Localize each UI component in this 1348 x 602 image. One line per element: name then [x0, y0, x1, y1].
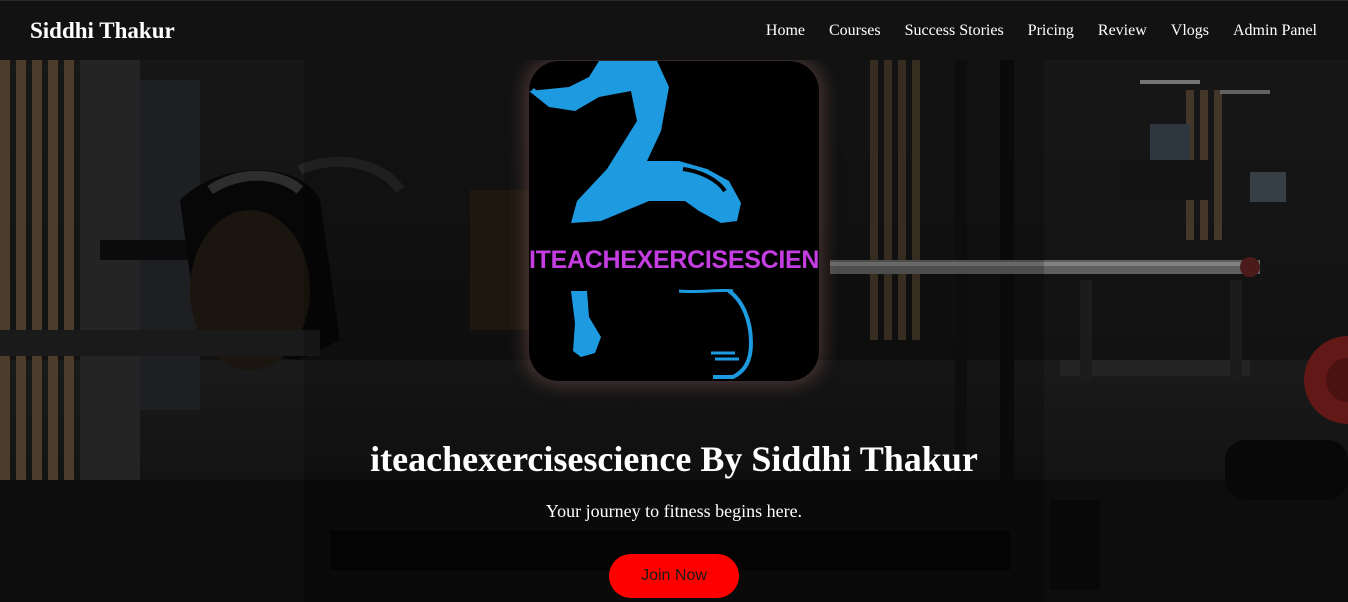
- hero-subtitle: Your journey to fitness begins here.: [545, 501, 803, 521]
- nav-link-admin-panel[interactable]: Admin Panel: [1233, 22, 1317, 39]
- nav-link-home[interactable]: Home: [766, 22, 805, 39]
- nav-link-vlogs[interactable]: Vlogs: [1171, 22, 1209, 39]
- nav-item-home: Home: [766, 21, 805, 41]
- nav-item-pricing: Pricing: [1028, 21, 1074, 41]
- nav-link-courses[interactable]: Courses: [829, 22, 881, 39]
- logo-text: ITEACHEXERCISESCIENCE: [529, 246, 819, 274]
- nav-menu: Home Courses Success Stories Pricing Rev…: [766, 21, 1317, 41]
- brand-name[interactable]: Siddhi Thakur: [30, 17, 175, 45]
- nav-link-success-stories[interactable]: Success Stories: [905, 22, 1004, 39]
- nav-item-vlogs: Vlogs: [1171, 21, 1209, 41]
- nav-link-review[interactable]: Review: [1098, 22, 1147, 39]
- nav-item-admin-panel: Admin Panel: [1233, 21, 1317, 41]
- brand-logo: ITEACHEXERCISESCIENCE: [529, 61, 819, 381]
- navbar: Siddhi Thakur Home Courses Success Stori…: [0, 0, 1348, 60]
- hero-section: ITEACHEXERCISESCIENCE iteachexercisescie…: [0, 60, 1348, 602]
- nav-link-pricing[interactable]: Pricing: [1028, 22, 1074, 39]
- page: Siddhi Thakur Home Courses Success Stori…: [0, 0, 1348, 602]
- join-now-button[interactable]: Join Now: [609, 554, 739, 598]
- nav-item-courses: Courses: [829, 21, 881, 41]
- logo-figure-icon: [529, 61, 754, 379]
- nav-item-review: Review: [1098, 21, 1147, 41]
- nav-item-success-stories: Success Stories: [905, 21, 1004, 41]
- hero-title: iteachexercisescience By Siddhi Thakur: [370, 439, 978, 479]
